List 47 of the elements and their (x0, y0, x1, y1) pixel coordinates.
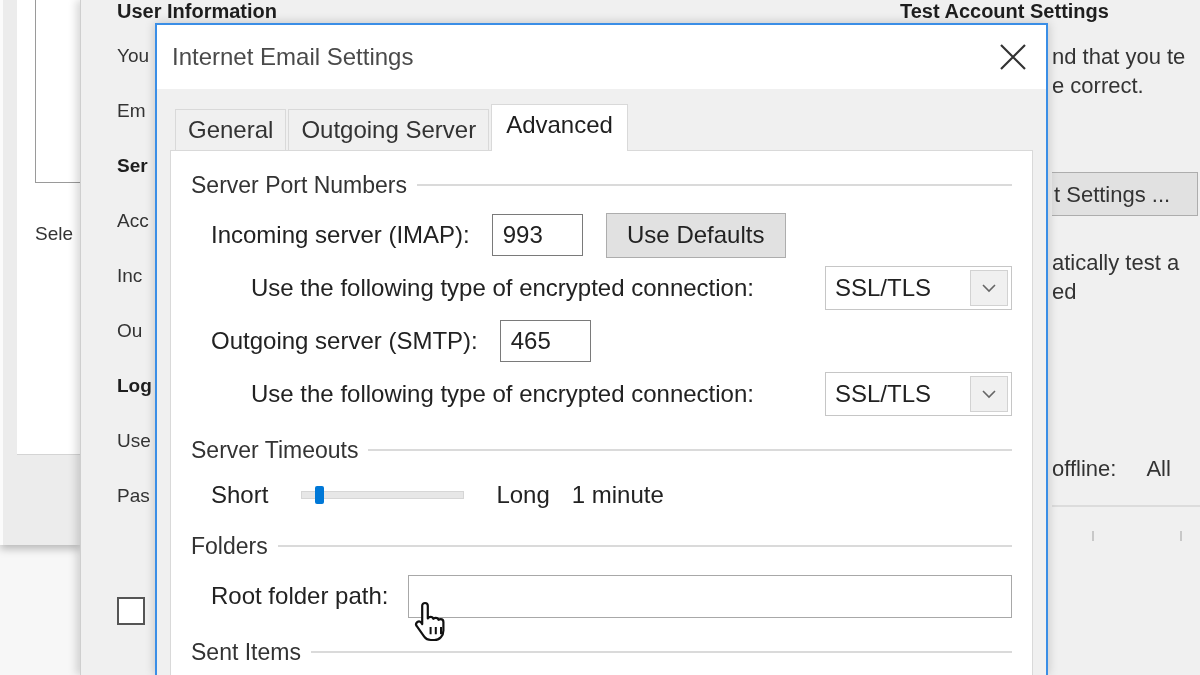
slider-reading: 1 minute (571, 481, 664, 509)
encryption-dropdown[interactable]: SSL/TLS (825, 266, 1012, 310)
defaults-button[interactable]: Use Defaults (605, 212, 786, 258)
tab[interactable]: Outgoing Server (288, 109, 490, 150)
tab[interactable]: Advanced (491, 104, 628, 151)
field-label: Sele (35, 223, 75, 245)
tab[interactable]: General (175, 109, 287, 150)
field-label: Inc (117, 264, 143, 287)
section-title: Server Timeouts (191, 436, 359, 464)
port-field[interactable]: 993 (491, 214, 583, 256)
close-icon[interactable] (1000, 44, 1026, 70)
field-label: Use the following type of encrypted connection: (251, 380, 754, 408)
dialog-title: Internet Email Settings (172, 42, 414, 72)
section-heading: Log (117, 374, 152, 397)
body-text: nd that you te (1052, 43, 1186, 71)
slider-max-label: Long (496, 481, 550, 509)
field-label: You (117, 44, 150, 67)
path-field[interactable] (408, 574, 1012, 618)
chevron-down-icon (970, 376, 1008, 412)
checkbox[interactable] (117, 597, 145, 625)
slider-thumb[interactable] (314, 486, 324, 504)
port-field[interactable]: 465 (499, 320, 591, 362)
chevron-down-icon (970, 270, 1008, 306)
section-heading: Test Account Settings (900, 0, 1109, 22)
section-heading: Ser (117, 154, 148, 177)
field-label: Outgoing server (SMTP): (211, 327, 478, 355)
section-heading: User Information (117, 0, 278, 22)
section-title: Server Port Numbers (191, 171, 407, 199)
test-settings-button[interactable]: t Settings ... (1052, 172, 1198, 216)
field-label: Acc (117, 209, 149, 232)
body-text: ed (1052, 278, 1077, 306)
field-label: Use the following type of encrypted connection: (251, 274, 754, 302)
field-label: Ou (117, 319, 143, 342)
field-label: offline: (1052, 455, 1117, 483)
body-text: e correct. (1052, 72, 1144, 100)
section-title: Sent Items (191, 638, 301, 666)
tick-marks-icon (1092, 531, 1182, 541)
field-label: Incoming server (IMAP): (211, 221, 470, 249)
section-title: Folders (191, 532, 268, 560)
field-label: Root folder path: (211, 582, 389, 610)
body-text: atically test a (1052, 249, 1180, 277)
slider-min-label: Short (211, 481, 269, 509)
encryption-dropdown[interactable]: SSL/TLS (825, 372, 1012, 416)
field-label: Pas (117, 484, 150, 507)
field-value: All (1146, 455, 1171, 483)
field-label: Em (117, 99, 146, 122)
field-label: Use (117, 429, 151, 452)
